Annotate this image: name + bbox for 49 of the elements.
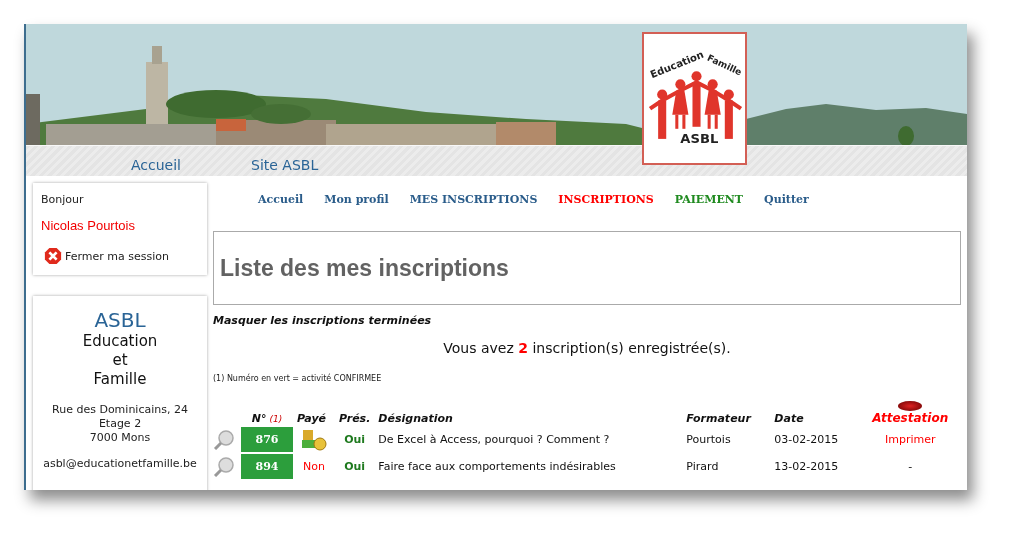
magnifier-icon[interactable]	[213, 429, 235, 450]
logo-text: ASBL	[680, 130, 719, 146]
number-cell: 876	[241, 427, 293, 452]
column-header: Prés.	[339, 412, 371, 425]
column-header: N°	[251, 412, 267, 425]
logout-link[interactable]: Fermer ma session	[65, 249, 169, 263]
table-cell-text: Faire face aux comportements indésirables	[377, 459, 617, 475]
column-header: Formateur	[686, 412, 751, 425]
table-cell-text: Pirard	[685, 459, 720, 475]
org-name-line: et	[111, 351, 129, 370]
number-cell: 894	[241, 454, 293, 479]
table-cell-text: De Excel à Access, pourquoi ? Comment ?	[377, 432, 611, 448]
menu-link[interactable]: Accueil	[258, 193, 304, 223]
magnifier-icon[interactable]	[213, 456, 235, 477]
close-icon[interactable]	[44, 247, 62, 265]
address-line: Rue des Dominicains, 24	[51, 403, 189, 417]
column-header: Attestation	[872, 411, 949, 425]
table-cell: -	[908, 460, 913, 473]
table-cell-text: Pourtois	[685, 432, 732, 448]
footnote-text: (1) Numéro en vert = activité CONFIRMEE	[213, 374, 383, 383]
column-header: Désignation	[378, 412, 453, 425]
nav-link[interactable]: Accueil	[131, 154, 181, 176]
greeting-text: Bonjour	[41, 193, 85, 206]
org-name: ASBL	[93, 308, 147, 332]
org-name-line: Famille	[92, 370, 148, 389]
menu-link[interactable]: Quitter	[764, 193, 809, 223]
page-title: Liste des mes inscriptions	[220, 254, 509, 282]
menu-link[interactable]: INSCRIPTIONS	[558, 193, 654, 223]
email-text: asbl@educationetfamille.be	[42, 457, 198, 470]
table-cell-text: Oui	[343, 459, 367, 475]
payment-status: Non	[303, 460, 325, 473]
nav-link[interactable]: Site ASBL	[251, 154, 319, 176]
column-header: Date	[774, 412, 804, 425]
address-line: 7000 Mons	[88, 431, 152, 445]
table-cell-text: Oui	[343, 432, 367, 448]
new-badge-icon	[898, 401, 923, 411]
table-cell-text: 03-02-2015	[773, 432, 840, 448]
user-name: Nicolas Pourtois	[41, 218, 136, 233]
table-cell-text: 13-02-2015	[773, 459, 840, 475]
hide-finished-link[interactable]: Masquer les inscriptions terminées	[213, 314, 961, 327]
menu-link[interactable]: PAIEMENT	[674, 193, 744, 223]
address-line: Etage 2	[97, 417, 143, 431]
menu-link[interactable]: Mon profil	[324, 193, 389, 223]
column-header: Payé	[297, 412, 327, 425]
footnote-mark: (1)	[269, 414, 283, 424]
org-name-line: Education	[81, 332, 159, 351]
summary-text: Vous avez 2 inscription(s) enregistrée(s).	[442, 340, 732, 356]
menu-link[interactable]: MES INSCRIPTIONS	[409, 193, 538, 223]
print-link[interactable]: Imprimer	[885, 433, 936, 446]
